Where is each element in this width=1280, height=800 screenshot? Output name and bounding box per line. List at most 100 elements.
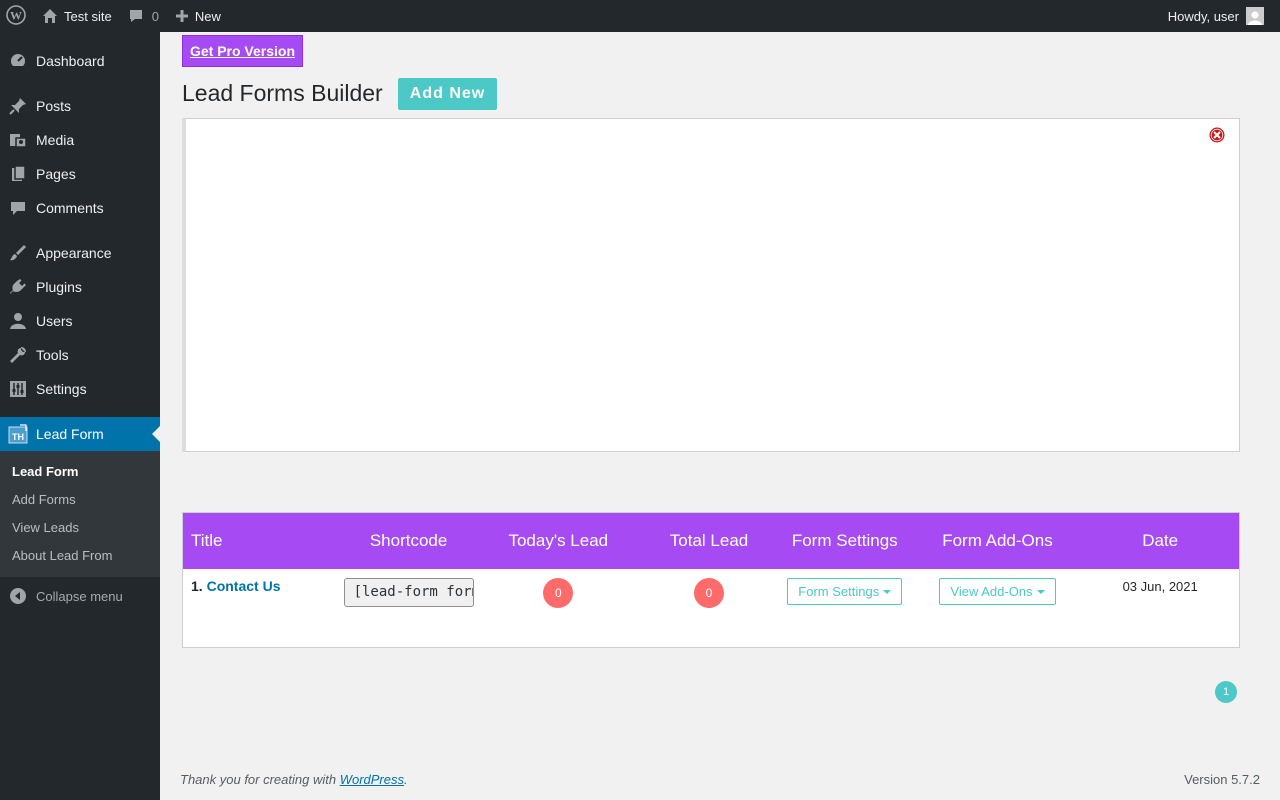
sidebar-item-label: Dashboard — [36, 53, 105, 69]
forms-table: Title Shortcode Today's Lead Total Lead … — [182, 512, 1240, 648]
th-logo-icon: TH — [8, 424, 28, 444]
svg-text:TH: TH — [12, 432, 24, 442]
media-icon — [8, 130, 28, 150]
pagination-page-1[interactable]: 1 — [1215, 681, 1237, 703]
comment-bubble-icon — [128, 8, 144, 24]
add-new-button[interactable]: Add New — [398, 78, 497, 110]
row-title: 1. Contact Us — [191, 578, 280, 647]
sidebar-item-label: Media — [36, 132, 75, 148]
column-header-form-addons: Form Add-Ons — [942, 531, 1053, 550]
comments-link[interactable]: 0 — [120, 0, 167, 32]
cell-shortcode: [lead-form form-id='1' title=Contact Us] — [343, 569, 475, 647]
collapse-arrow-icon — [8, 586, 28, 606]
column-header-shortcode: Shortcode — [369, 531, 448, 550]
admin-sidebar: Dashboard Posts Media Pages Comments App… — [0, 32, 160, 800]
form-settings-label: Form Settings — [798, 584, 880, 599]
dashboard-icon — [8, 51, 28, 71]
footer-thanks-prefix: Thank you for creating with — [180, 772, 340, 787]
column-header-form-settings: Form Settings — [791, 531, 898, 550]
user-icon — [8, 311, 28, 331]
total-lead-badge[interactable]: 0 — [694, 578, 725, 608]
collapse-menu-button[interactable]: Collapse menu — [0, 579, 160, 613]
caret-down-icon — [1036, 589, 1045, 594]
sidebar-item-posts[interactable]: Posts — [0, 89, 160, 123]
home-icon — [42, 8, 58, 24]
sidebar-item-label: Pages — [36, 166, 76, 182]
cell-todays-lead: 0 — [474, 569, 642, 647]
footer-thanks-suffix: . — [404, 772, 408, 787]
column-header-total-lead: Total Lead — [669, 531, 749, 550]
pages-icon — [8, 164, 28, 184]
pin-icon — [8, 96, 28, 116]
wordpress-logo-icon: W — [6, 4, 26, 28]
plug-icon — [8, 277, 28, 297]
caret-down-icon — [883, 589, 892, 594]
wordpress-logo-button[interactable]: W — [0, 0, 34, 32]
sidebar-item-comments[interactable]: Comments — [0, 191, 160, 225]
column-header-title: Title — [191, 531, 223, 550]
sidebar-item-dashboard[interactable]: Dashboard — [0, 44, 160, 78]
get-pro-button[interactable]: Get Pro Version — [182, 35, 303, 67]
wrench-icon — [8, 345, 28, 365]
brush-icon — [8, 243, 28, 263]
sidebar-item-label: Plugins — [36, 279, 82, 295]
cell-total-lead: 0 — [642, 569, 776, 647]
sidebar-item-label: Lead Form — [36, 426, 104, 442]
form-settings-dropdown-button[interactable]: Form Settings — [787, 578, 903, 605]
submenu-item-view-leads[interactable]: View Leads — [0, 514, 160, 542]
cell-title: 1. Contact Us — [183, 569, 343, 647]
sidebar-item-settings[interactable]: Settings — [0, 372, 160, 406]
greeting-text: Howdy, user — [1167, 8, 1239, 24]
lead-form-submenu: Lead Form Add Forms View Leads About Lea… — [0, 451, 160, 577]
sidebar-item-label: Tools — [36, 347, 69, 363]
sidebar-item-label: Appearance — [36, 245, 112, 261]
sidebar-item-label: Settings — [36, 381, 87, 397]
notice-panel — [182, 118, 1240, 452]
row-date: 03 Jun, 2021 — [1122, 579, 1198, 594]
new-content-link[interactable]: New — [167, 0, 229, 32]
collapse-menu-label: Collapse menu — [36, 588, 123, 604]
table-row: 1. Contact Us [lead-form form-id='1' tit… — [183, 569, 1239, 647]
view-addons-dropdown-button[interactable]: View Add-Ons — [939, 578, 1056, 605]
sliders-icon — [8, 379, 28, 399]
sidebar-item-plugins[interactable]: Plugins — [0, 270, 160, 304]
comment-icon — [8, 198, 28, 218]
row-number: 1. — [191, 578, 203, 594]
form-title-link[interactable]: Contact Us — [207, 578, 281, 594]
sidebar-item-lead-form[interactable]: TH Lead Form — [0, 417, 160, 451]
submenu-item-about[interactable]: About Lead From — [0, 542, 160, 570]
sidebar-item-pages[interactable]: Pages — [0, 157, 160, 191]
sidebar-item-label: Users — [36, 313, 73, 329]
view-addons-label: View Add-Ons — [950, 584, 1033, 599]
site-name-label: Test site — [64, 8, 112, 24]
table-header: Title Shortcode Today's Lead Total Lead … — [183, 513, 1239, 569]
avatar — [1246, 7, 1264, 25]
plus-icon — [175, 9, 189, 23]
page-title: Lead Forms Builder — [182, 80, 383, 106]
sidebar-item-appearance[interactable]: Appearance — [0, 236, 160, 270]
sidebar-item-label: Comments — [36, 200, 104, 216]
todays-lead-badge[interactable]: 0 — [543, 578, 574, 608]
my-account-link[interactable]: Howdy, user — [1160, 0, 1272, 32]
footer-version: Version 5.7.2 — [1184, 772, 1260, 787]
main-content: Get Pro Version Lead Forms Builder Add N… — [160, 32, 1280, 800]
sidebar-item-media[interactable]: Media — [0, 123, 160, 157]
site-name-link[interactable]: Test site — [34, 0, 120, 32]
sidebar-item-label: Posts — [36, 98, 72, 114]
footer-thanks: Thank you for creating with WordPress. — [180, 772, 408, 787]
comments-count: 0 — [151, 8, 159, 24]
submenu-item-add-forms[interactable]: Add Forms — [0, 486, 160, 514]
column-header-date: Date — [1142, 531, 1179, 550]
sidebar-item-tools[interactable]: Tools — [0, 338, 160, 372]
close-icon[interactable] — [1209, 127, 1225, 143]
cell-form-addons: View Add-Ons — [914, 569, 1082, 647]
svg-text:W: W — [10, 8, 22, 22]
wordpress-link[interactable]: WordPress — [340, 772, 404, 787]
shortcode-input[interactable]: [lead-form form-id='1' title=Contact Us] — [343, 578, 474, 607]
column-header-todays-lead: Today's Lead — [508, 531, 609, 550]
sidebar-item-users[interactable]: Users — [0, 304, 160, 338]
admin-bar: W Test site 0 New Howdy, user — [0, 0, 1280, 32]
cell-form-settings: Form Settings — [776, 569, 914, 647]
new-label: New — [194, 8, 221, 24]
submenu-item-lead-form[interactable]: Lead Form — [0, 458, 160, 486]
